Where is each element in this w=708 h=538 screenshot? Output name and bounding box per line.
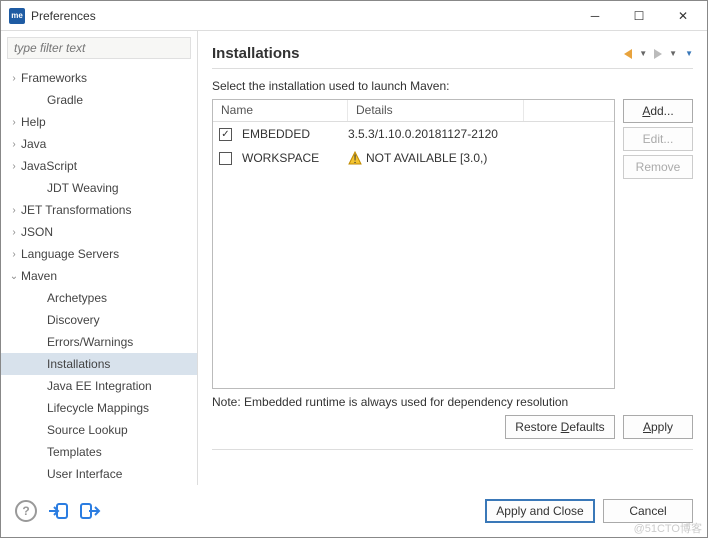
tree-item-source-lookup[interactable]: Source Lookup — [1, 419, 197, 441]
tree-item-gradle[interactable]: Gradle — [1, 89, 197, 111]
filter-input[interactable] — [7, 37, 191, 59]
tree-item-jdt-weaving[interactable]: JDT Weaving — [1, 177, 197, 199]
menu-dropdown-icon[interactable]: ▼ — [685, 49, 693, 58]
table-row[interactable]: WORKSPACE!NOT AVAILABLE [3.0,) — [213, 146, 614, 170]
chevron-right-icon: › — [7, 225, 21, 239]
back-button[interactable] — [621, 47, 635, 61]
apply-close-button[interactable]: Apply and Close — [485, 499, 595, 523]
tree-item-json[interactable]: ›JSON — [1, 221, 197, 243]
tree-item-label: Lifecycle Mappings — [47, 401, 149, 415]
chevron-right-icon: › — [7, 71, 21, 85]
tree-item-label: Help — [21, 115, 46, 129]
table-row[interactable]: ✓ EMBEDDED3.5.3/1.10.0.20181127-2120 — [213, 122, 614, 146]
tree-item-help[interactable]: ›Help — [1, 111, 197, 133]
forward-button[interactable] — [651, 47, 665, 61]
page-title: Installations — [212, 45, 621, 62]
tree-item-jet-transformations[interactable]: ›JET Transformations — [1, 199, 197, 221]
help-icon[interactable]: ? — [15, 500, 37, 522]
main-panel: Installations ▼ ▼ ▼ Select the installat… — [198, 31, 707, 485]
tree-item-label: Gradle — [47, 93, 83, 107]
close-button[interactable]: ✕ — [661, 2, 705, 30]
tree-item-errors-warnings[interactable]: Errors/Warnings — [1, 331, 197, 353]
apply-button[interactable]: Apply — [623, 415, 693, 439]
cell-name: WORKSPACE — [242, 151, 348, 165]
installations-table[interactable]: Name Details ✓ EMBEDDED3.5.3/1.10.0.20181… — [212, 99, 615, 389]
category-tree[interactable]: ›FrameworksGradle›Help›Java›JavaScriptJD… — [1, 65, 197, 485]
svg-text:!: ! — [353, 152, 356, 165]
watermark: @51CTO博客 — [634, 520, 702, 536]
tree-item-label: JavaScript — [21, 159, 77, 173]
chevron-right-icon: › — [7, 247, 21, 261]
tree-item-label: Archetypes — [47, 291, 107, 305]
tree-item-lifecycle-mappings[interactable]: Lifecycle Mappings — [1, 397, 197, 419]
tree-item-language-servers[interactable]: ›Language Servers — [1, 243, 197, 265]
col-spacer — [524, 100, 614, 121]
app-icon: me — [9, 8, 25, 24]
cell-details: 3.5.3/1.10.0.20181127-2120 — [348, 127, 498, 141]
tree-item-label: User Interface — [47, 467, 122, 481]
forward-dropdown-icon[interactable]: ▼ — [669, 49, 677, 58]
tree-item-label: JDT Weaving — [47, 181, 119, 195]
chevron-right-icon: › — [7, 137, 21, 151]
tree-item-label: Java — [21, 137, 46, 151]
restore-defaults-button[interactable]: Restore Defaults — [505, 415, 615, 439]
cell-name: EMBEDDED — [242, 127, 348, 141]
tree-item-java-ee-integration[interactable]: Java EE Integration — [1, 375, 197, 397]
tree-item-label: Source Lookup — [47, 423, 128, 437]
edit-button: Edit... — [623, 127, 693, 151]
tree-item-label: JET Transformations — [21, 203, 131, 217]
tree-item-java[interactable]: ›Java — [1, 133, 197, 155]
footer: ? Apply and Close Cancel — [1, 485, 707, 537]
tree-item-label: Discovery — [47, 313, 100, 327]
chevron-down-icon: ⌄ — [7, 269, 21, 283]
tree-item-archetypes[interactable]: Archetypes — [1, 287, 197, 309]
col-name[interactable]: Name — [213, 100, 348, 121]
row-checkbox[interactable] — [219, 152, 232, 165]
chevron-right-icon: › — [7, 203, 21, 217]
warning-icon: ! — [348, 151, 362, 165]
cell-details: !NOT AVAILABLE [3.0,) — [348, 151, 487, 165]
maximize-button[interactable]: ☐ — [617, 2, 661, 30]
sidebar: ›FrameworksGradle›Help›Java›JavaScriptJD… — [1, 31, 198, 485]
chevron-right-icon: › — [7, 159, 21, 173]
tree-item-label: Frameworks — [21, 71, 87, 85]
back-dropdown-icon[interactable]: ▼ — [639, 49, 647, 58]
tree-item-discovery[interactable]: Discovery — [1, 309, 197, 331]
export-icon[interactable] — [79, 500, 101, 522]
tree-item-label: Errors/Warnings — [47, 335, 133, 349]
nav-arrows: ▼ ▼ ▼ — [621, 47, 693, 61]
remove-button: Remove — [623, 155, 693, 179]
tree-item-templates[interactable]: Templates — [1, 441, 197, 463]
tree-item-frameworks[interactable]: ›Frameworks — [1, 67, 197, 89]
tree-item-label: Java EE Integration — [47, 379, 152, 393]
col-details[interactable]: Details — [348, 100, 524, 121]
instruction-label: Select the installation used to launch M… — [212, 79, 693, 93]
titlebar: me Preferences ─ ☐ ✕ — [1, 1, 707, 31]
minimize-button[interactable]: ─ — [573, 2, 617, 30]
tree-item-label: Installations — [47, 357, 110, 371]
row-checkbox[interactable]: ✓ — [219, 128, 232, 141]
window-title: Preferences — [31, 9, 573, 23]
note-label: Note: Embedded runtime is always used fo… — [212, 395, 693, 409]
tree-item-installations[interactable]: Installations — [1, 353, 197, 375]
tree-item-javascript[interactable]: ›JavaScript — [1, 155, 197, 177]
chevron-right-icon: › — [7, 115, 21, 129]
tree-item-label: Language Servers — [21, 247, 119, 261]
table-header: Name Details — [213, 100, 614, 122]
tree-item-user-interface[interactable]: User Interface — [1, 463, 197, 485]
import-icon[interactable] — [47, 500, 69, 522]
tree-item-maven[interactable]: ⌄Maven — [1, 265, 197, 287]
add-button[interactable]: Add... — [623, 99, 693, 123]
tree-item-label: JSON — [21, 225, 53, 239]
tree-item-label: Templates — [47, 445, 102, 459]
tree-item-label: Maven — [21, 269, 57, 283]
